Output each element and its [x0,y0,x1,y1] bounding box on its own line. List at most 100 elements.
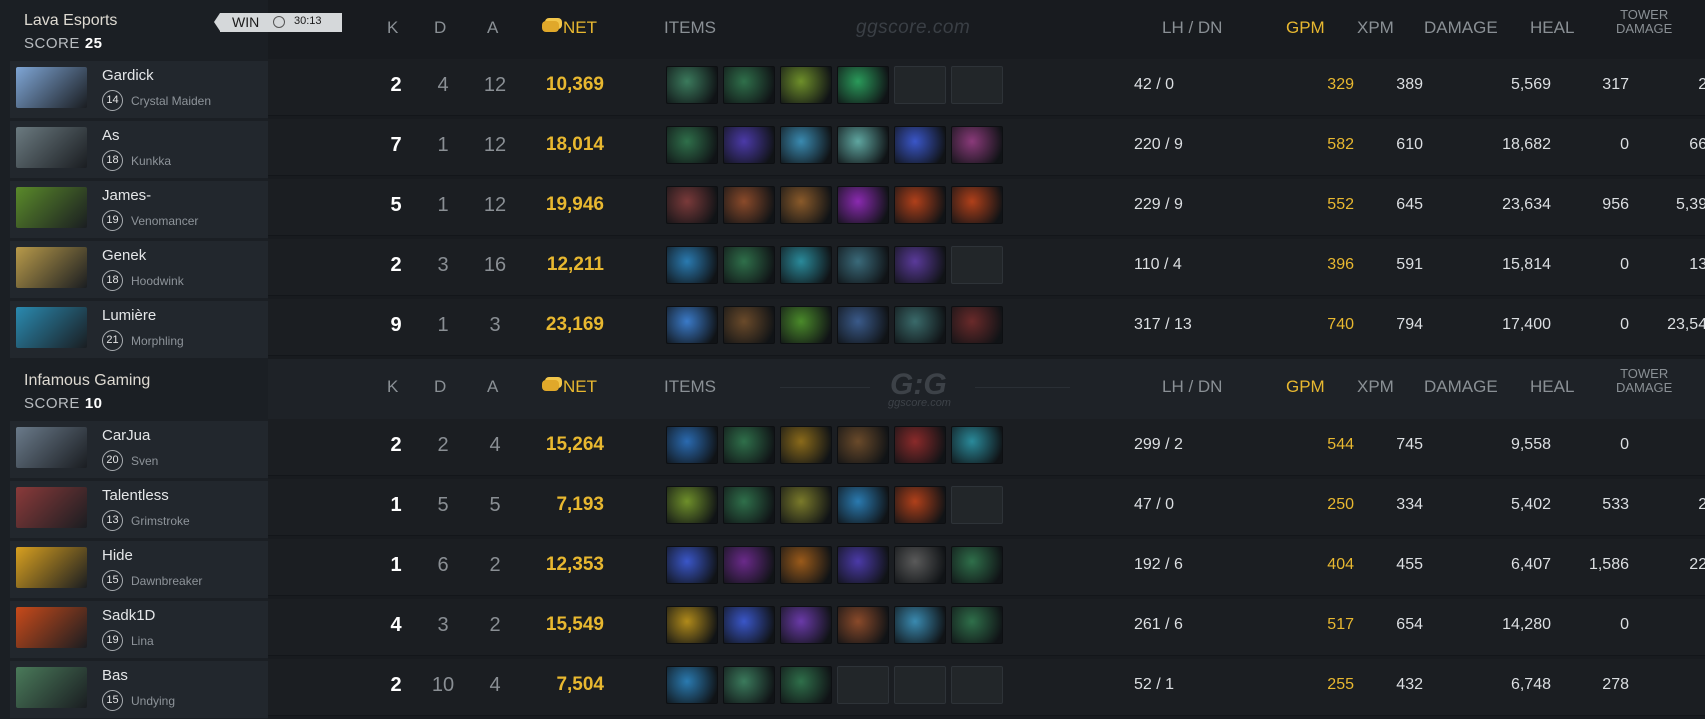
player-name[interactable]: Gardick [102,67,154,84]
item-icon[interactable] [723,306,775,344]
item-icon[interactable] [666,246,718,284]
col-tower-damage[interactable]: TOWER DAMAGE [1616,8,1672,36]
item-icon[interactable] [780,666,832,704]
item-icon[interactable] [951,606,1003,644]
hero-avatar[interactable] [16,667,87,708]
player-name[interactable]: Bas [102,667,128,684]
item-icon[interactable] [837,546,889,584]
item-icon[interactable] [837,426,889,464]
item-icon[interactable] [780,246,832,284]
col-d[interactable]: D [434,18,446,38]
item-icon[interactable] [723,66,775,104]
item-icon[interactable] [951,426,1003,464]
col-items[interactable]: ITEMS [664,18,716,38]
player-card[interactable]: Sadk1D 19 Lina [10,601,268,658]
item-icon[interactable] [894,126,946,164]
player-name[interactable]: Lumière [102,307,156,324]
item-icon[interactable] [666,126,718,164]
item-icon[interactable] [837,126,889,164]
player-name[interactable]: Sadk1D [102,607,155,624]
player-name[interactable]: Genek [102,247,146,264]
item-icon[interactable] [780,186,832,224]
item-icon[interactable] [723,666,775,704]
hero-avatar[interactable] [16,487,87,528]
col-net[interactable]: NET [542,377,597,397]
item-icon[interactable] [780,546,832,584]
item-icon[interactable] [780,66,832,104]
player-name[interactable]: As [102,127,120,144]
item-icon[interactable] [666,606,718,644]
item-icon[interactable] [666,486,718,524]
hero-avatar[interactable] [16,127,87,168]
team-name[interactable]: Lava Esports [24,12,117,30]
hero-avatar[interactable] [16,607,87,648]
col-xpm[interactable]: XPM [1357,377,1394,397]
item-icon[interactable] [951,186,1003,224]
col-tower-damage[interactable]: TOWER DAMAGE [1616,367,1672,395]
player-card[interactable]: Hide 15 Dawnbreaker [10,541,268,598]
item-icon[interactable] [894,186,946,224]
hero-avatar[interactable] [16,67,87,108]
player-card[interactable]: Bas 15 Undying [10,661,268,718]
hero-avatar[interactable] [16,247,87,288]
item-icon[interactable] [723,426,775,464]
item-icon[interactable] [837,186,889,224]
col-a[interactable]: A [487,18,498,38]
col-heal[interactable]: HEAL [1530,377,1574,397]
item-icon[interactable] [666,306,718,344]
item-icon[interactable] [780,606,832,644]
item-icon[interactable] [951,126,1003,164]
col-xpm[interactable]: XPM [1357,18,1394,38]
item-icon[interactable] [780,126,832,164]
player-name[interactable]: James- [102,187,151,204]
col-damage[interactable]: DAMAGE [1424,377,1498,397]
col-damage[interactable]: DAMAGE [1424,18,1498,38]
item-icon[interactable] [780,306,832,344]
item-icon[interactable] [723,246,775,284]
item-icon[interactable] [666,666,718,704]
item-icon[interactable] [780,486,832,524]
item-icon[interactable] [666,186,718,224]
item-icon[interactable] [723,486,775,524]
col-k[interactable]: K [387,18,398,38]
item-icon[interactable] [894,426,946,464]
col-d[interactable]: D [434,377,446,397]
item-icon[interactable] [894,546,946,584]
player-name[interactable]: Hide [102,547,133,564]
hero-avatar[interactable] [16,187,87,228]
col-net[interactable]: NET [542,18,597,38]
col-heal[interactable]: HEAL [1530,18,1574,38]
col-a[interactable]: A [487,377,498,397]
col-k[interactable]: K [387,377,398,397]
item-icon[interactable] [723,126,775,164]
player-name[interactable]: Talentless [102,487,169,504]
hero-avatar[interactable] [16,307,87,348]
player-card[interactable]: Talentless 13 Grimstroke [10,481,268,538]
player-card[interactable]: Gardick 14 Crystal Maiden [10,61,268,118]
item-icon[interactable] [723,186,775,224]
item-icon[interactable] [837,606,889,644]
item-icon[interactable] [894,306,946,344]
hero-avatar[interactable] [16,547,87,588]
item-icon[interactable] [837,306,889,344]
item-icon[interactable] [837,486,889,524]
col-gpm[interactable]: GPM [1286,18,1325,38]
col-gpm[interactable]: GPM [1286,377,1325,397]
item-icon[interactable] [723,546,775,584]
item-icon[interactable] [951,546,1003,584]
player-card[interactable]: Genek 18 Hoodwink [10,241,268,298]
col-lh-dn[interactable]: LH / DN [1162,18,1222,38]
player-card[interactable]: Lumière 21 Morphling [10,301,268,358]
item-icon[interactable] [837,246,889,284]
col-lh-dn[interactable]: LH / DN [1162,377,1222,397]
item-icon[interactable] [666,66,718,104]
player-card[interactable]: As 18 Kunkka [10,121,268,178]
player-card[interactable]: James- 19 Venomancer [10,181,268,238]
item-icon[interactable] [780,426,832,464]
item-icon[interactable] [837,66,889,104]
item-icon[interactable] [723,606,775,644]
item-icon[interactable] [666,426,718,464]
team-name[interactable]: Infamous Gaming [24,372,150,390]
hero-avatar[interactable] [16,427,87,468]
item-icon[interactable] [894,606,946,644]
